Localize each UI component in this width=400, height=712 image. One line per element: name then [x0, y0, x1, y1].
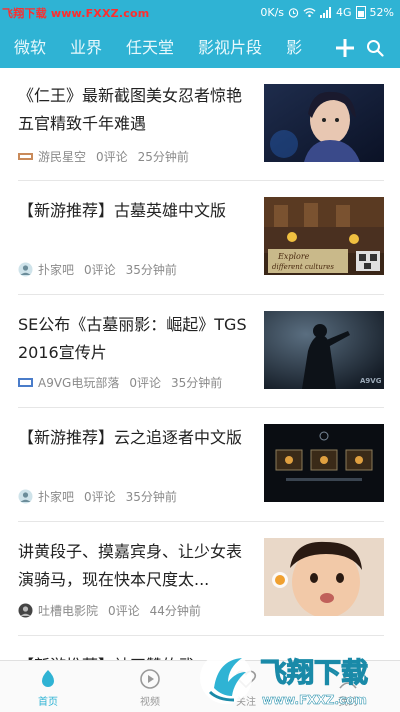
item-comments: 0评论: [96, 149, 128, 164]
item-comments: 0评论: [129, 375, 161, 390]
item-time: 35分钟前: [171, 375, 223, 390]
item-time: 44分钟前: [149, 603, 201, 618]
tab-more[interactable]: 影: [286, 37, 302, 59]
battery-icon: [355, 6, 366, 19]
item-thumbnail: [264, 424, 384, 502]
item-thumbnail: [264, 538, 384, 616]
source-avatar-icon: [18, 603, 33, 617]
nav-home[interactable]: 首页: [18, 665, 78, 711]
search-icon: [367, 40, 384, 57]
tab-microsoft[interactable]: 微软: [14, 37, 46, 59]
video-icon: [140, 669, 160, 689]
item-source: 游民星空: [38, 149, 87, 164]
item-meta: 吐槽电影院 0评论 44分钟前: [18, 602, 211, 618]
item-source: A9VG电玩部落: [38, 375, 120, 390]
status-indicators: 0K/s 4G 52%: [260, 6, 394, 19]
item-time: 35分钟前: [125, 489, 177, 504]
watermark-logo: 飞翔下载 www.FXXZ.com: [200, 652, 369, 707]
list-item[interactable]: 【新游推荐】云之追逐者中文版 扑家吧 0评论 35分钟前: [18, 408, 384, 522]
watermark-logo-text: 飞翔下载: [260, 658, 368, 689]
thumb-caption: Explore: [277, 252, 310, 261]
item-meta: 游民星空 0评论 25分钟前: [18, 148, 199, 164]
news-feed: 《仁王》最新截图美女忍者惊艳 五官精致千年难遇 游民星空 0评论 25分钟前 【…: [0, 68, 400, 660]
item-title: SE公布《古墓丽影：崛起》TGS 2016宣传片: [18, 315, 247, 362]
thumb-caption: different cultures: [272, 263, 334, 271]
item-thumbnail: A9VG: [264, 311, 384, 389]
item-title: 【新游推荐】古墓英雄中文版: [18, 201, 227, 220]
category-bar: 微软 业界 任天堂 影视片段 影: [0, 28, 400, 68]
source-avatar-icon: [18, 489, 33, 503]
item-time: 25分钟前: [137, 149, 189, 164]
category-tabs: 微软 业界 任天堂 影视片段 影: [14, 37, 326, 59]
item-source: 扑家吧: [38, 262, 75, 277]
watermark-text: 飞翔下载 www.FXXZ.com: [2, 7, 150, 20]
signal-icon: [320, 7, 332, 18]
status-bar: 飞翔下载 www.FXXZ.com 0K/s 4G 52%: [0, 0, 400, 28]
item-title: 讲黄段子、摸嘉宾身、让少女表演骑马，现在快本尺度太...: [18, 542, 243, 589]
source-logo-icon: [18, 152, 33, 160]
item-comments: 0评论: [108, 603, 140, 618]
item-meta: 扑家吧 0评论 35分钟前: [18, 488, 187, 504]
network-speed: 0K/s: [260, 6, 285, 19]
item-thumbnail: [264, 84, 384, 162]
list-item[interactable]: 《仁王》最新截图美女忍者惊艳 五官精致千年难遇 游民星空 0评论 25分钟前: [18, 68, 384, 181]
tab-nintendo[interactable]: 任天堂: [126, 37, 174, 59]
plus-icon: [336, 39, 354, 57]
item-comments: 0评论: [84, 489, 116, 504]
item-comments: 0评论: [84, 262, 116, 277]
tabs-fade: [306, 28, 330, 68]
nav-home-label: 首页: [38, 697, 58, 708]
nav-video[interactable]: 视频: [120, 665, 180, 711]
add-category-button[interactable]: [334, 34, 356, 62]
tab-industry[interactable]: 业界: [70, 37, 102, 59]
nav-video-label: 视频: [140, 697, 160, 708]
alarm-icon: [288, 8, 299, 18]
source-logo-icon: [18, 377, 33, 387]
item-source: 吐槽电影院: [38, 603, 99, 618]
battery-level: 52%: [369, 6, 394, 19]
home-icon: [42, 670, 54, 687]
list-item[interactable]: SE公布《古墓丽影：崛起》TGS 2016宣传片 A9VG电玩部落 0评论 35…: [18, 295, 384, 408]
item-thumbnail: Explore different cultures: [264, 197, 384, 275]
source-avatar-icon: [18, 262, 33, 276]
thumb-caption: A9VG: [360, 377, 382, 385]
list-item[interactable]: 讲黄段子、摸嘉宾身、让少女表演骑马，现在快本尺度太... 吐槽电影院 0评论 4…: [18, 522, 384, 636]
wifi-icon: [303, 8, 316, 18]
tab-video-clips[interactable]: 影视片段: [198, 37, 262, 59]
network-type: 4G: [336, 6, 352, 19]
item-meta: A9VG电玩部落 0评论 35分钟前: [18, 374, 232, 390]
item-time: 35分钟前: [125, 262, 177, 277]
item-meta: 扑家吧 0评论 35分钟前: [18, 261, 187, 277]
item-title: 《仁王》最新截图美女忍者惊艳 五官精致千年难遇: [18, 86, 243, 133]
item-source: 扑家吧: [38, 489, 75, 504]
watermark-logo-url: www.FXXZ.com: [262, 693, 367, 707]
search-button[interactable]: [366, 39, 384, 57]
list-item[interactable]: 【新游推荐】古墓英雄中文版 扑家吧 0评论 35分钟前 Explore diff…: [18, 181, 384, 295]
item-title: 【新游推荐】云之追逐者中文版: [18, 428, 243, 447]
